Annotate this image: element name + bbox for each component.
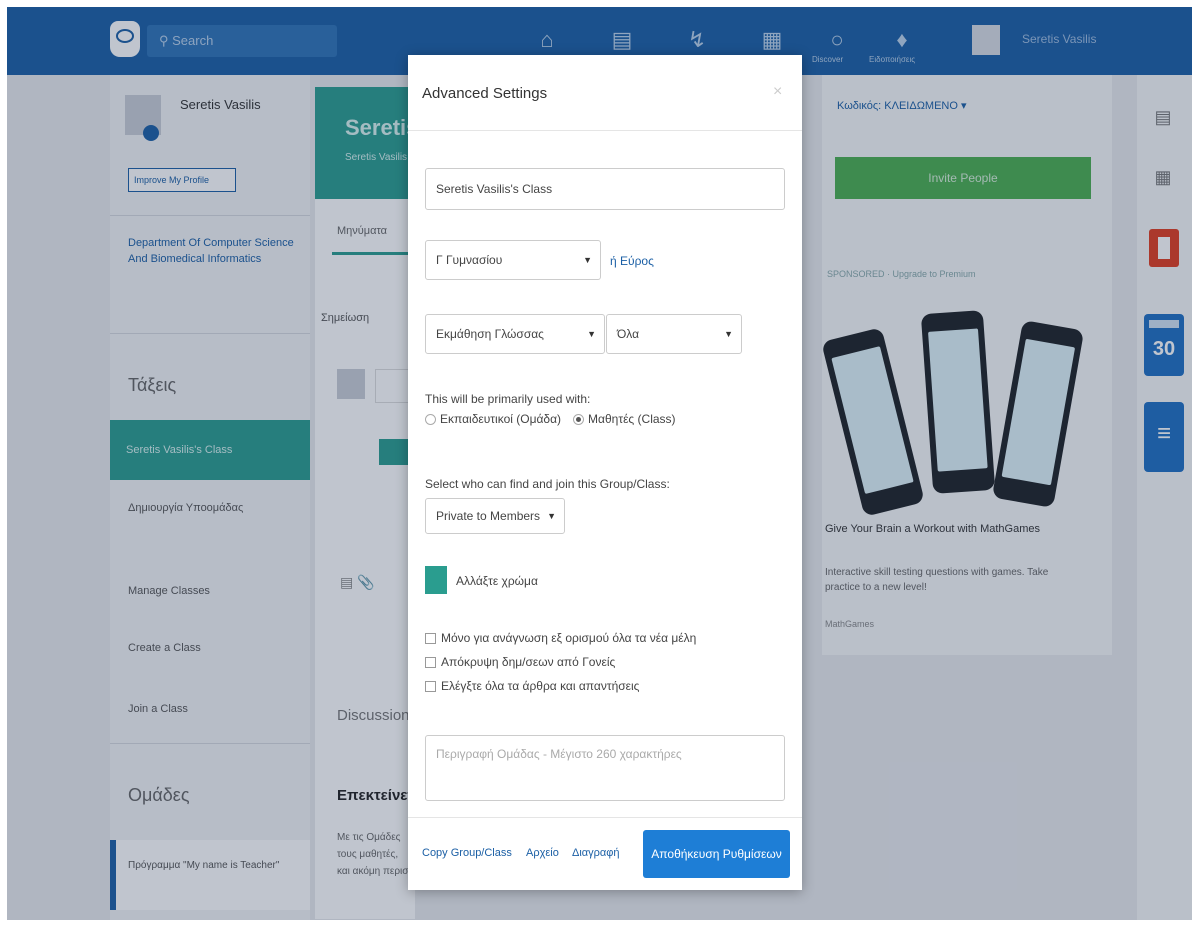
attachment-icons[interactable]: ▤ 📎: [340, 574, 375, 591]
home-icon[interactable]: ⌂: [532, 25, 562, 55]
chevron-down-icon: ▼: [587, 329, 596, 339]
active-tab-indicator: [332, 252, 412, 255]
archive-link[interactable]: Αρχείο: [526, 847, 559, 859]
app-launcher-column: [1137, 75, 1192, 920]
code-value: ΚΛΕΙΔΩΜΕΝΟ: [884, 100, 958, 112]
notifications-caption: Ειδοποιήσεις: [869, 55, 916, 64]
feed-panel: [315, 199, 415, 919]
chevron-down-icon: ▼: [724, 329, 733, 339]
edmodo-logo-icon[interactable]: [110, 21, 140, 57]
sidebar-item-group[interactable]: Πρόγραμμα "My name is Teacher": [110, 840, 310, 910]
invite-people-button[interactable]: Invite People: [835, 157, 1091, 199]
sidebar-item-create-subgroups[interactable]: Δημιουργία Υποομάδας: [128, 500, 248, 516]
radio-teachers-label[interactable]: Εκπαιδευτικοί (Ομάδα): [440, 412, 561, 426]
progress-icon[interactable]: ↯: [682, 25, 712, 55]
promo-title[interactable]: Give Your Brain a Workout with MathGames: [825, 523, 1040, 535]
readonly-checkbox-row[interactable]: Μόνο για ανάγνωση εξ ορισμού όλα τα νέα …: [425, 631, 696, 645]
review-checkbox[interactable]: [425, 680, 436, 692]
discover-caption: Discover: [812, 55, 844, 64]
sponsored-line: SPONSORED · Upgrade to Premium: [827, 269, 976, 279]
class-banner: [315, 87, 415, 199]
hide-parents-checkbox-row[interactable]: Απόκρυψη δημ/σεων από Γονείς: [425, 655, 615, 669]
review-label[interactable]: Ελέγξτε όλα τα άρθρα και απαντήσεις: [441, 679, 639, 693]
grade-select[interactable]: Γ Γυμνασίου ▼: [425, 240, 601, 280]
modal-header: Advanced Settings ×: [408, 55, 802, 131]
divider: [110, 333, 310, 334]
post-avatar: [337, 369, 365, 399]
calendar-day: 30: [1152, 338, 1176, 360]
profile-badge-icon: [143, 125, 159, 141]
chevron-down-icon: ▼: [583, 255, 592, 265]
save-settings-button[interactable]: Αποθήκευση Ρυθμίσεων: [643, 830, 790, 878]
modal-title: Advanced Settings: [422, 85, 548, 102]
bell-icon[interactable]: ♦: [887, 25, 917, 55]
quiz-icon[interactable]: ≡: [1144, 402, 1184, 472]
discover-icon[interactable]: ○: [822, 25, 852, 55]
used-with-label: This will be primarily used with:: [425, 392, 591, 406]
tab-messages[interactable]: Μηνύματα: [337, 225, 387, 237]
improve-profile-button[interactable]: Improve My Profile: [128, 168, 236, 192]
copy-group-link[interactable]: Copy Group/Class: [422, 847, 512, 859]
subject-select[interactable]: Εκμάθηση Γλώσσας ▼: [425, 314, 605, 354]
privacy-select[interactable]: Private to Members ▼: [425, 498, 565, 534]
sidebar-item-create-class[interactable]: Create a Class: [128, 640, 201, 656]
hide-parents-checkbox[interactable]: [425, 656, 436, 668]
app-frame: ⚲ Search ⌂ ▤ ↯ ▦ ○ Discover ♦ Ειδοποιήσε…: [7, 7, 1192, 920]
office-icon[interactable]: [1149, 229, 1179, 267]
review-checkbox-row[interactable]: Ελέγξτε όλα τα άρθρα και απαντήσεις: [425, 679, 639, 693]
who-can-join-label: Select who can find and join this Group/…: [425, 477, 670, 491]
tab-note[interactable]: Σημείωση: [321, 312, 369, 324]
promo-description: Interactive skill testing questions with…: [825, 567, 1049, 593]
change-color-link[interactable]: Αλλάξτε χρώμα: [456, 574, 538, 588]
user-avatar[interactable]: [972, 25, 1000, 55]
sidebar-item-active-class[interactable]: Seretis Vasilis's Class: [110, 420, 310, 480]
department-link[interactable]: Department Of Computer Science And Biome…: [128, 235, 298, 267]
description-textarea[interactable]: Περιγραφή Ομάδας - Μέγιστο 260 χαρακτήρε…: [425, 735, 785, 801]
class-code[interactable]: Κωδικός: ΚΛΕΙΔΩΜΕΝΟ ▾: [837, 99, 967, 112]
subject-value: Εκμάθηση Γλώσσας: [436, 327, 544, 341]
groups-heading: Ομάδες: [128, 785, 190, 805]
promo-source: MathGames: [825, 619, 875, 629]
radio-teachers[interactable]: [425, 413, 436, 425]
extend-title: Επεκτείνετ: [337, 787, 415, 804]
backpack-icon[interactable]: ▤: [1147, 107, 1179, 141]
code-label: Κωδικός:: [837, 100, 882, 112]
left-sidebar: Seretis Vasilis Improve My Profile Depar…: [110, 75, 310, 920]
used-with-radios: Εκπαιδευτικοί (Ομάδα) Μαθητές (Class): [425, 412, 676, 426]
grade-value: Γ Γυμνασίου: [436, 253, 503, 267]
sidebar-item-join-class[interactable]: Join a Class: [128, 701, 188, 717]
color-swatch[interactable]: [425, 566, 447, 594]
banner-subtitle: Seretis Vasilis: [345, 152, 408, 163]
divider: [110, 743, 310, 744]
classes-heading: Τάξεις: [128, 375, 177, 395]
promo-image[interactable]: [821, 302, 1085, 517]
profile-name[interactable]: Seretis Vasilis: [180, 97, 261, 112]
readonly-label[interactable]: Μόνο για ανάγνωση εξ ορισμού όλα τα νέα …: [441, 631, 696, 645]
advanced-settings-modal: Advanced Settings × Seretis Vasilis's Cl…: [408, 55, 802, 890]
subarea-value: Όλα: [617, 327, 640, 341]
user-name-top[interactable]: Seretis Vasilis: [1022, 32, 1096, 46]
radio-students[interactable]: [573, 413, 585, 425]
sidebar-item-manage-classes[interactable]: Manage Classes: [128, 583, 210, 599]
privacy-value: Private to Members: [436, 509, 541, 523]
calendar-icon[interactable]: 30: [1144, 314, 1184, 376]
hide-parents-label[interactable]: Απόκρυψη δημ/σεων από Γονείς: [441, 655, 615, 669]
readonly-checkbox[interactable]: [425, 632, 436, 644]
delete-link[interactable]: Διαγραφή: [572, 847, 620, 859]
subarea-select[interactable]: Όλα ▼: [606, 314, 742, 354]
planner-icon[interactable]: ▦: [757, 25, 787, 55]
divider: [110, 215, 310, 216]
class-name-field[interactable]: Seretis Vasilis's Class: [425, 168, 785, 210]
library-icon[interactable]: ▤: [607, 25, 637, 55]
close-icon[interactable]: ×: [773, 83, 782, 101]
search-input[interactable]: ⚲ Search: [147, 25, 337, 57]
search-placeholder: Search: [172, 33, 214, 48]
range-link[interactable]: ή Εύρος: [610, 254, 654, 268]
chevron-down-icon: ▼: [547, 511, 556, 521]
discussions-label: Discussions: [337, 707, 418, 724]
apps-grid-icon[interactable]: ▦: [1147, 167, 1179, 201]
radio-students-label[interactable]: Μαθητές (Class): [588, 412, 676, 426]
